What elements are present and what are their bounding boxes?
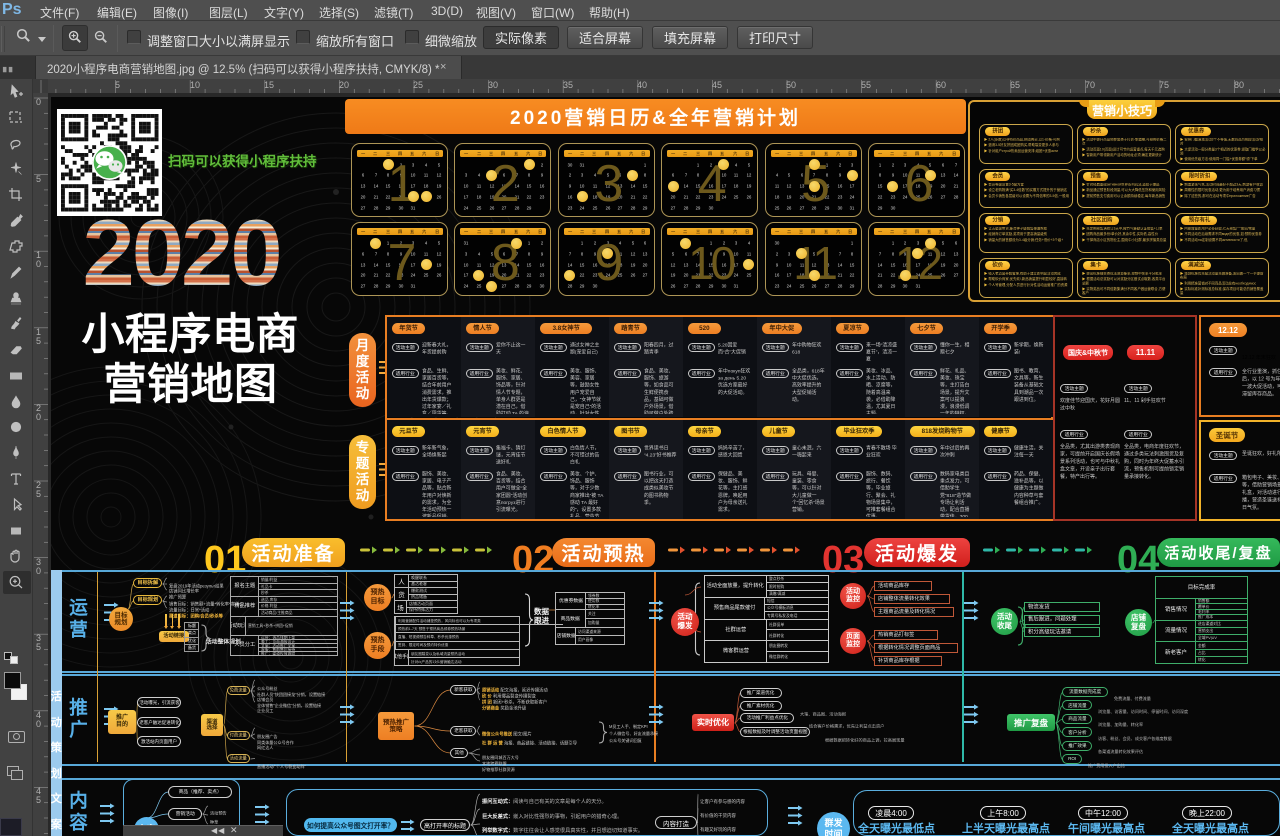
svg-text:15: 15 [264, 80, 274, 90]
svg-text:20: 20 [339, 80, 349, 90]
svg-text:80: 80 [1234, 80, 1244, 90]
svg-text:10: 10 [190, 80, 200, 90]
svg-text:0: 0 [36, 412, 41, 422]
svg-text:0: 0 [36, 719, 41, 729]
svg-text:65: 65 [1010, 80, 1020, 90]
svg-text:35: 35 [563, 80, 573, 90]
svg-text:5: 5 [115, 80, 120, 90]
svg-text:5: 5 [36, 642, 41, 652]
svg-text:5: 5 [36, 336, 41, 346]
svg-text:5: 5 [36, 174, 41, 184]
svg-text:0: 0 [36, 259, 41, 269]
svg-text:5: 5 [36, 489, 41, 499]
svg-text:75: 75 [1159, 80, 1169, 90]
svg-text:30: 30 [488, 80, 498, 90]
svg-text:50: 50 [786, 80, 796, 90]
svg-text:0: 0 [36, 566, 41, 576]
svg-text:60: 60 [936, 80, 946, 90]
svg-text:5: 5 [36, 795, 41, 805]
svg-text:25: 25 [413, 80, 423, 90]
svg-text:70: 70 [1085, 80, 1095, 90]
svg-text:40: 40 [637, 80, 647, 90]
svg-text:55: 55 [861, 80, 871, 90]
svg-text:45: 45 [712, 80, 722, 90]
svg-text:0: 0 [36, 97, 41, 107]
